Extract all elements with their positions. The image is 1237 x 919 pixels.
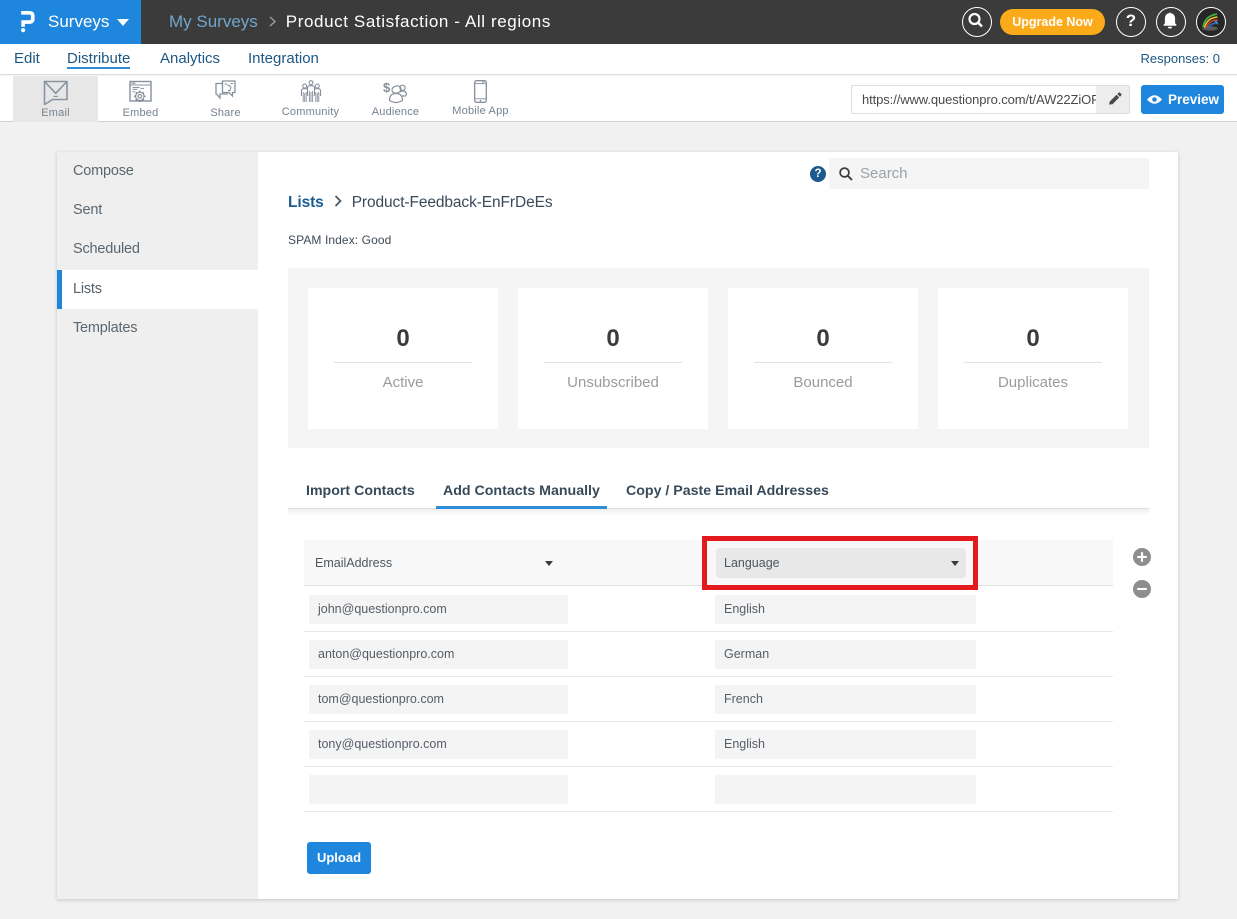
svg-text:$: $ — [383, 80, 391, 95]
